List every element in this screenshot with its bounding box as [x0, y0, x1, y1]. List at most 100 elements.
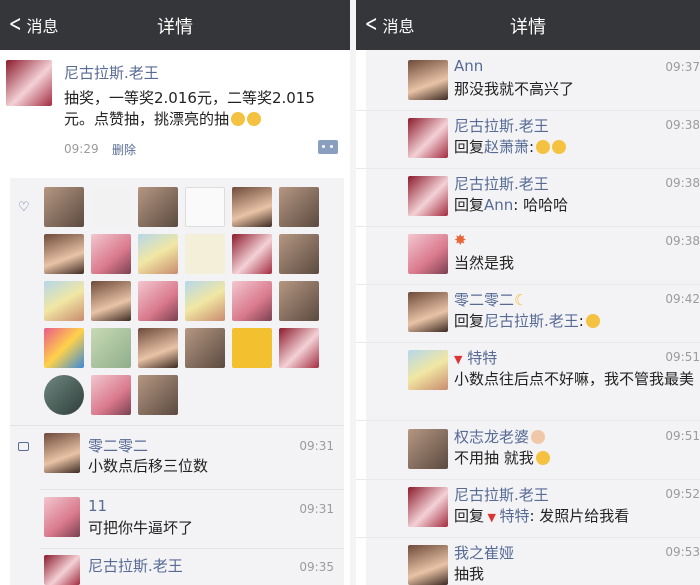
like-avatar[interactable]: [44, 375, 84, 415]
comment-time: 09:31: [299, 502, 334, 516]
smile-emoji-icon: [247, 112, 262, 126]
comment-avatar[interactable]: [408, 234, 448, 274]
comment-avatar[interactable]: [408, 545, 448, 585]
comment-row[interactable]: 权志龙老婆 09:51 不用抽 就我: [356, 421, 700, 480]
reply-prefix: 回复: [454, 312, 485, 330]
comment-text: 抽我: [454, 565, 485, 583]
reply-prefix: 回复: [454, 138, 485, 156]
comment-avatar[interactable]: [408, 350, 448, 390]
comment-name[interactable]: 尼古拉斯.老王: [454, 115, 549, 136]
comment-avatar[interactable]: [408, 60, 448, 100]
post-text: 抽奖，一等奖2.016元，二等奖2.015元。点赞抽，挑漂亮的抽: [64, 88, 342, 130]
like-avatar[interactable]: [44, 281, 84, 321]
comment-row[interactable]: ✸ 09:38 当然是我: [356, 226, 700, 285]
more-dots-icon[interactable]: [318, 140, 338, 154]
smile-emoji-icon: [585, 314, 600, 328]
reply-target[interactable]: 特特: [499, 507, 529, 525]
like-avatar[interactable]: [185, 234, 225, 274]
comment-time: 09:38: [665, 234, 700, 248]
comment-name[interactable]: Ann: [454, 57, 483, 75]
like-avatar[interactable]: [91, 281, 131, 321]
like-avatar[interactable]: [232, 187, 272, 227]
like-avatar[interactable]: [279, 281, 319, 321]
smile-emoji-icon: [535, 451, 550, 465]
comment-row[interactable]: ▼ 特特 09:51 小数点往后点不好嘛，我不管我最美: [356, 342, 700, 421]
like-avatar[interactable]: [279, 234, 319, 274]
comment-avatar[interactable]: [408, 118, 448, 158]
comment-avatar[interactable]: [408, 429, 448, 469]
comment-text: 小数点后移三位数: [88, 457, 209, 475]
delete-link[interactable]: 删除: [112, 141, 136, 158]
reply-text: : 哈哈哈: [513, 196, 569, 214]
comment-name[interactable]: 零二零二☾: [454, 289, 527, 310]
smile-emoji-icon: [231, 112, 246, 126]
reply-text: : 发照片给我看: [529, 507, 630, 525]
reply-prefix: 回复: [454, 196, 485, 214]
like-avatar[interactable]: [138, 281, 178, 321]
reply-target[interactable]: Ann: [484, 196, 513, 214]
comment-name[interactable]: ✸: [454, 231, 467, 249]
comment-row[interactable]: 11 09:31 可把你牛逼坏了: [44, 497, 344, 549]
comment-avatar[interactable]: [408, 292, 448, 332]
like-avatar[interactable]: [91, 187, 131, 227]
comment-name[interactable]: 尼古拉斯.老王: [88, 555, 183, 576]
like-avatar[interactable]: [185, 281, 225, 321]
like-avatar[interactable]: [138, 328, 178, 368]
reply-target[interactable]: 赵萧萧: [484, 138, 529, 156]
like-avatar[interactable]: [185, 328, 225, 368]
heart-icon: ♡: [18, 200, 30, 215]
comment-time: 09:38: [665, 176, 700, 190]
like-avatar[interactable]: [91, 375, 131, 415]
post-author-avatar[interactable]: [6, 60, 52, 106]
comment-avatar[interactable]: [408, 487, 448, 527]
like-avatar[interactable]: [91, 234, 131, 274]
comment-row[interactable]: 尼古拉斯.老王 09:52 回复 ▼ 特特: 发照片给我看: [356, 479, 700, 538]
comment-row[interactable]: 尼古拉斯.老王 09:38 回复Ann: 哈哈哈: [356, 168, 700, 227]
like-avatar[interactable]: [279, 328, 319, 368]
comment-avatar[interactable]: [44, 433, 80, 473]
comment-name[interactable]: 尼古拉斯.老王: [454, 484, 549, 505]
likes-grid: [44, 187, 324, 415]
comment-row[interactable]: 零二零二☾ 09:42 回复尼古拉斯.老王:: [356, 284, 700, 343]
comment-avatar[interactable]: [44, 497, 80, 537]
comment-row[interactable]: 零二零二 09:31 小数点后移三位数: [44, 433, 344, 489]
like-avatar[interactable]: [91, 328, 131, 368]
like-avatar[interactable]: [232, 281, 272, 321]
like-avatar[interactable]: [138, 375, 178, 415]
post-author-name[interactable]: 尼古拉斯.老王: [64, 62, 159, 83]
like-avatar[interactable]: [138, 187, 178, 227]
comment-avatar[interactable]: [44, 555, 80, 585]
comment-name[interactable]: 零二零二: [88, 435, 148, 456]
comment-avatar[interactable]: [408, 176, 448, 216]
comment-time: 09:51: [665, 350, 700, 364]
comment-row[interactable]: 尼古拉斯.老王 09:38 回复赵萧萧:: [356, 110, 700, 169]
like-avatar[interactable]: [44, 328, 84, 368]
comment-text: 小数点往后点不好嘛，我不管我最美: [454, 370, 695, 388]
comment-row[interactable]: Ann 09:37 那没我就不高兴了: [356, 52, 700, 111]
like-avatar[interactable]: [279, 187, 319, 227]
comment-row[interactable]: 尼古拉斯.老王 09:35: [44, 555, 344, 585]
like-avatar[interactable]: [44, 234, 84, 274]
comment-row[interactable]: 我之崔娅 09:53 抽我: [356, 537, 700, 585]
comment-time: 09:42: [665, 292, 700, 306]
smile-emoji-icon: [536, 140, 551, 154]
comment-text: 回复Ann: 哈哈哈: [454, 195, 694, 216]
comment-text: 回复尼古拉斯.老王:: [454, 311, 694, 332]
like-avatar[interactable]: [232, 234, 272, 274]
comment-name[interactable]: 11: [88, 497, 107, 515]
like-avatar[interactable]: [232, 328, 272, 368]
comment-name[interactable]: 我之崔娅: [454, 542, 514, 563]
comment-time: 09:38: [665, 118, 700, 132]
like-avatar[interactable]: [138, 234, 178, 274]
divider: [10, 425, 344, 426]
comment-name[interactable]: 权志龙老婆: [454, 426, 546, 447]
reply-target[interactable]: 尼古拉斯.老王: [484, 312, 579, 330]
like-avatar[interactable]: [185, 187, 225, 227]
comment-name[interactable]: 尼古拉斯.老王: [454, 173, 549, 194]
comment-text: 回复赵萧萧:: [454, 137, 694, 158]
post-time: 09:29: [64, 142, 99, 156]
like-avatar[interactable]: [44, 187, 84, 227]
face-emoji-icon: [531, 430, 546, 444]
smile-emoji-icon: [552, 140, 567, 154]
comment-name[interactable]: ▼ 特特: [454, 347, 497, 368]
